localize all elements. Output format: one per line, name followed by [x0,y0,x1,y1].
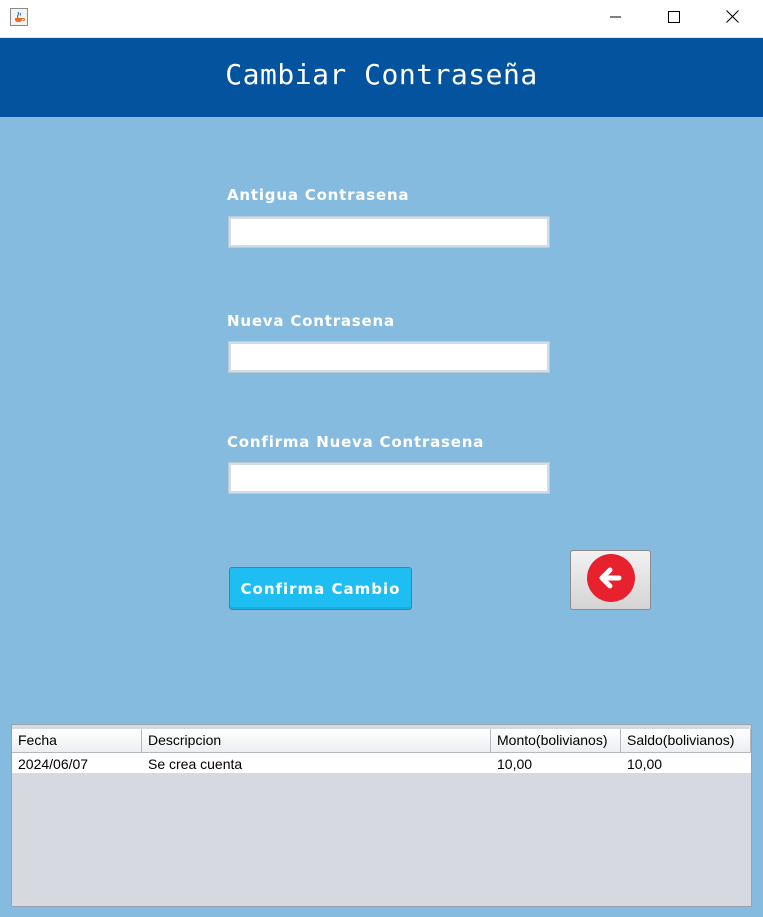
table-header: Fecha Descripcion Monto(bolivianos) Sald… [12,729,751,753]
column-header-saldo[interactable]: Saldo(bolivianos) [621,729,751,752]
table-row[interactable]: 2024/06/07 Se crea cuenta 10,00 10,00 [12,753,751,773]
column-header-descripcion[interactable]: Descripcion [142,729,491,752]
window-titlebar [0,0,763,38]
minimize-button[interactable] [587,0,645,37]
minimize-icon [610,10,622,28]
back-arrow-icon [586,553,636,608]
new-password-field[interactable] [228,341,550,373]
confirm-change-button[interactable]: Confirma Cambio [229,567,412,610]
page-title: Cambiar Contraseña [225,58,538,91]
back-button[interactable] [570,550,651,610]
confirm-change-label: Confirma Cambio [240,579,401,598]
header-banner: Cambiar Contraseña [0,38,763,117]
cell-saldo: 10,00 [627,756,663,772]
cell-descripcion: Se crea cuenta [148,756,243,772]
transactions-table[interactable]: Fecha Descripcion Monto(bolivianos) Sald… [11,724,752,907]
column-header-fecha[interactable]: Fecha [12,729,142,752]
java-cup-icon [10,8,28,26]
close-icon [725,9,739,28]
cell-monto: 10,00 [497,756,533,772]
confirm-password-field[interactable] [228,462,550,494]
maximize-icon [668,10,680,28]
old-password-field[interactable] [228,216,550,248]
confirm-password-label: Confirma Nueva Contrasena [227,433,485,451]
new-password-label: Nueva Contrasena [227,312,395,330]
column-header-monto[interactable]: Monto(bolivianos) [491,729,621,752]
cell-fecha: 2024/06/07 [18,756,89,772]
close-button[interactable] [703,0,761,37]
maximize-button[interactable] [645,0,703,37]
old-password-label: Antigua Contrasena [227,186,410,204]
